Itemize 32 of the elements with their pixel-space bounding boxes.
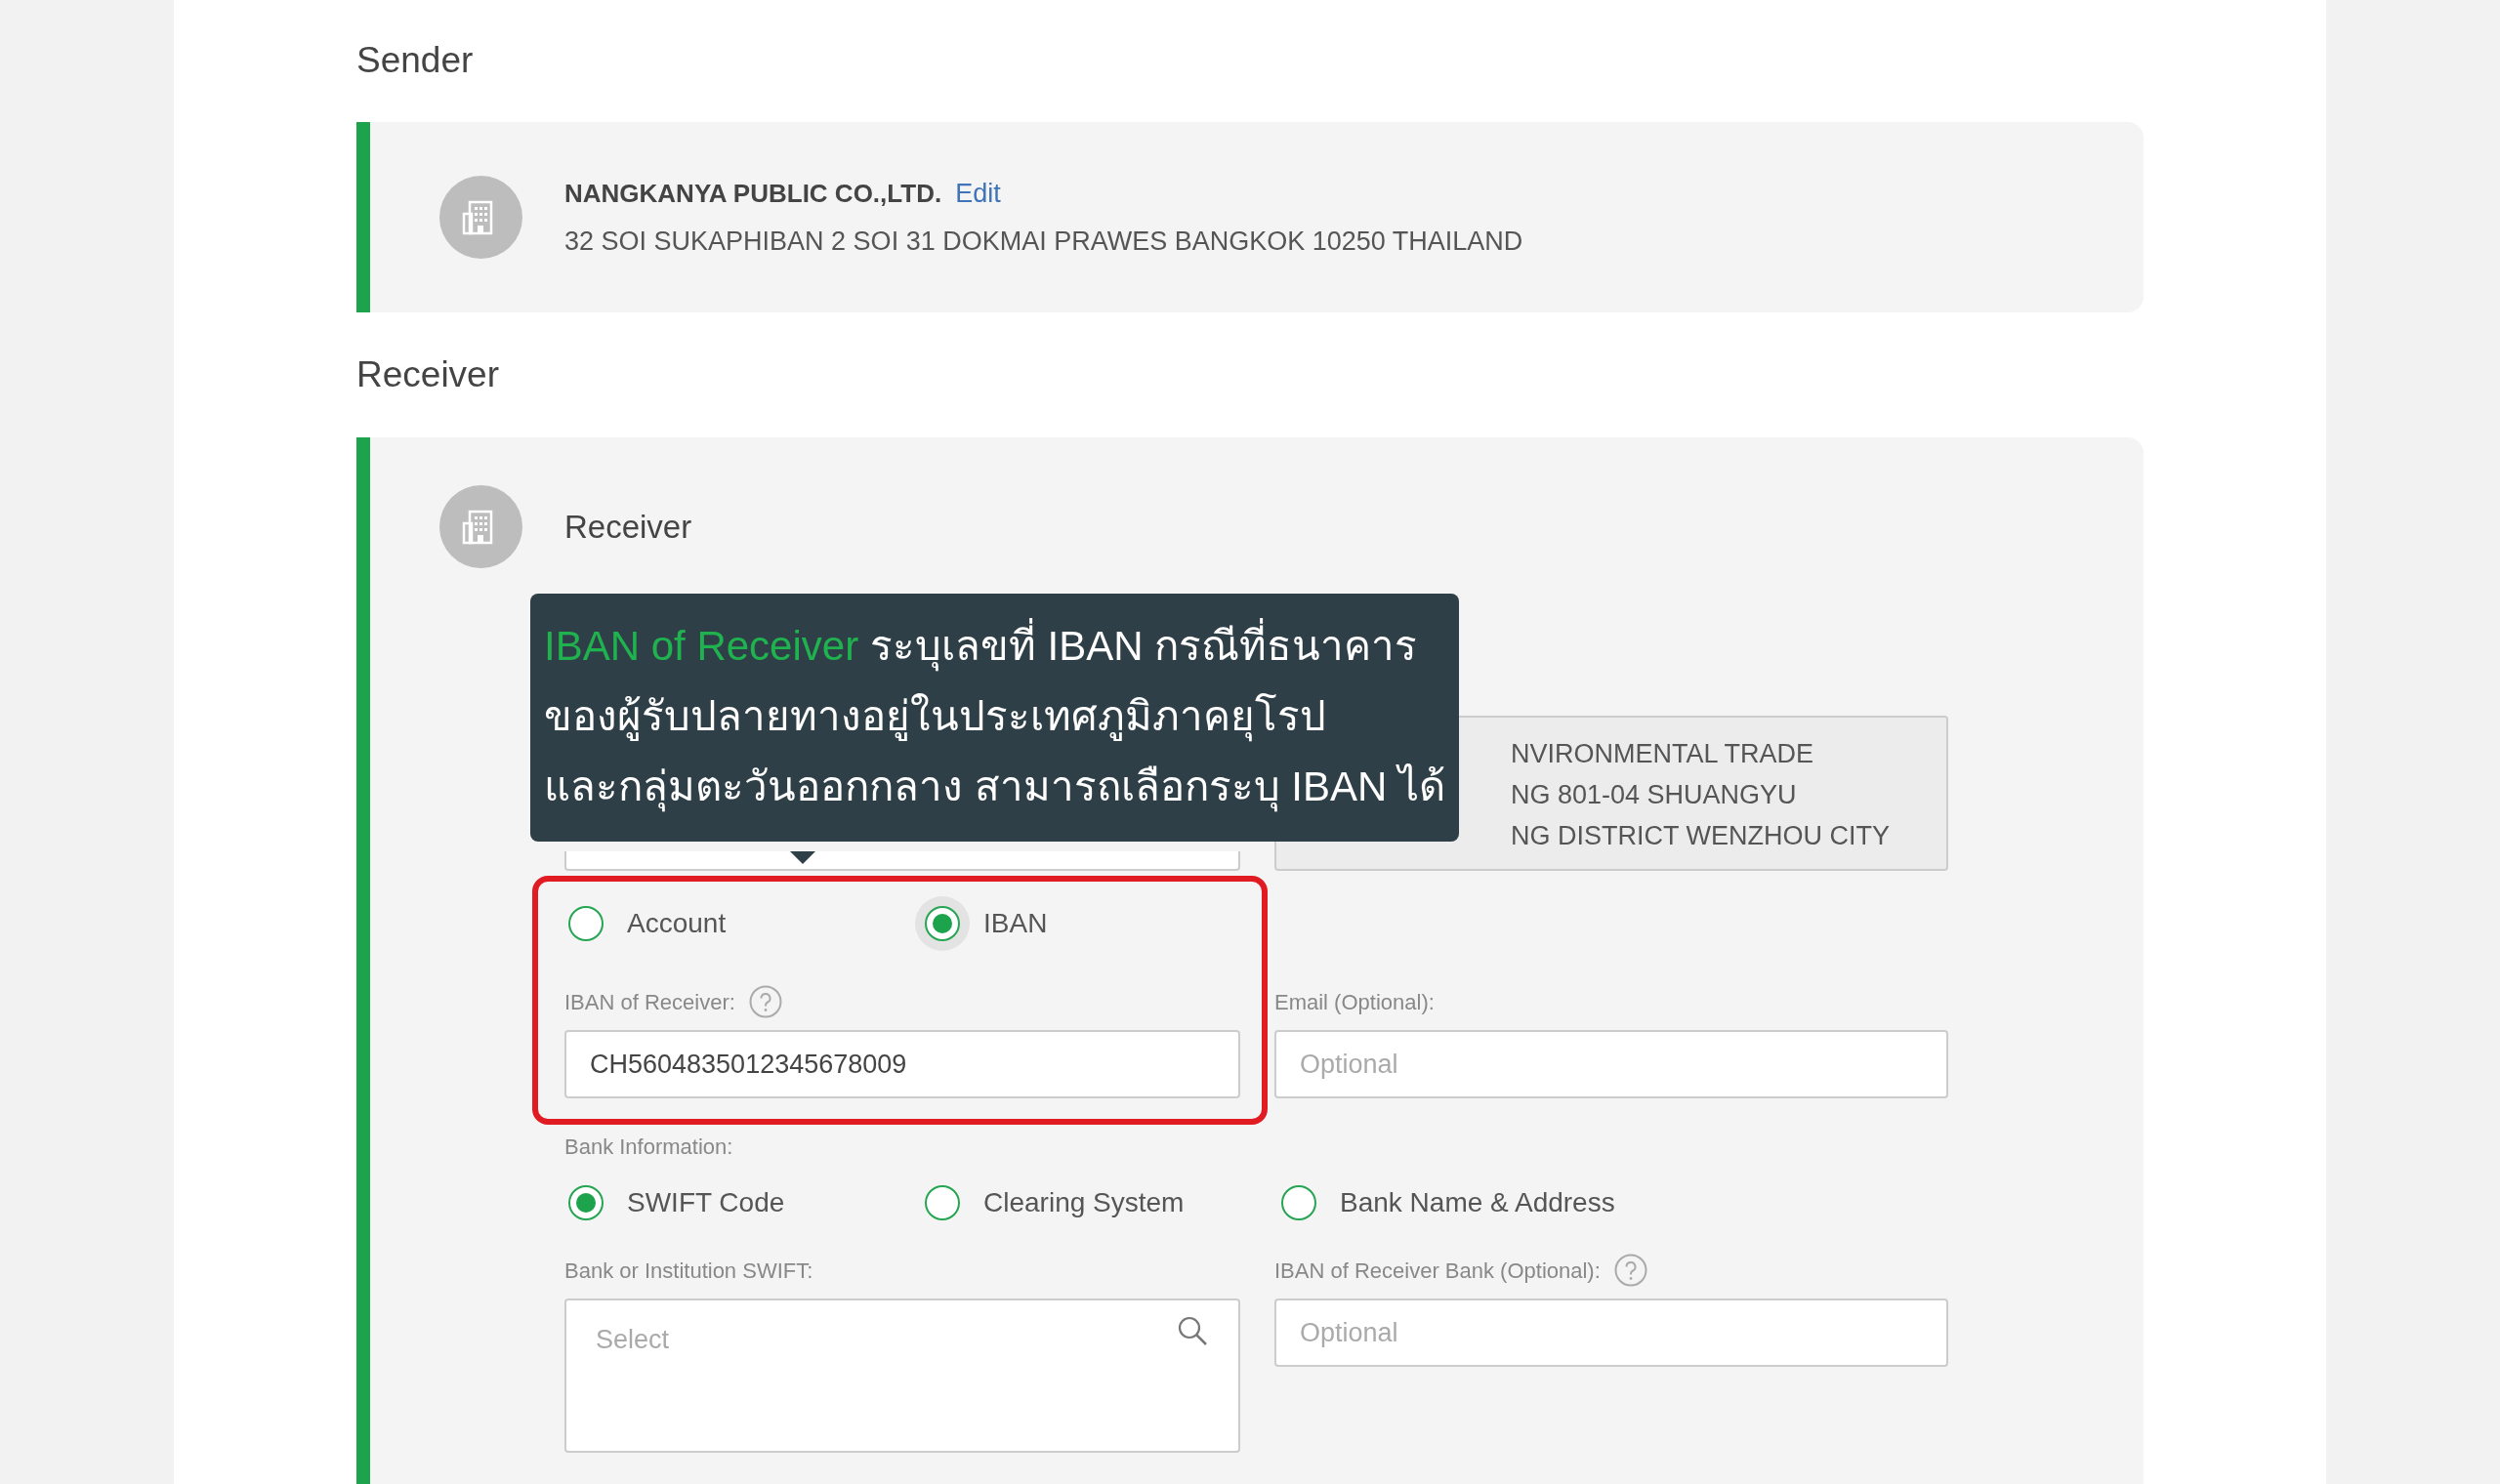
company-address: 32 SOI SUKAPHIBAN 2 SOI 31 DOKMAI PRAWES BANGKOK 10250 THAILAND — [564, 225, 1523, 258]
radio-option[interactable]: Bank Name & Address — [1277, 1182, 1634, 1223]
help-icon[interactable] — [748, 985, 782, 1018]
radio-checked-icon[interactable] — [568, 1185, 604, 1220]
text-field[interactable] — [564, 851, 1240, 871]
section-heading: Receiver — [356, 353, 500, 396]
company-name: NANGKANYA PUBLIC CO.,LTD. — [564, 178, 942, 210]
address-line: NG DISTRICT WENZHOU CITY — [1511, 820, 1891, 852]
radio-option[interactable]: IBAN — [921, 903, 1277, 944]
section-heading: Sender — [356, 39, 475, 82]
radio-option[interactable]: Clearing System — [921, 1182, 1277, 1223]
address-line: NG 801-04 SHUANGYU — [1511, 779, 1798, 811]
radio-icon[interactable] — [568, 906, 604, 941]
field-label: Bank Information: — [564, 1133, 733, 1161]
card-title: Receiver — [564, 507, 692, 547]
tooltip-text: IBAN of Receiver ระบุเลขที่ IBAN กรณีที่ธนาคาร ของผู้รับปลายทางอยู่ในประเทศภูมิภาคยุโรป และกลุ่มตะวันออกกลาง สามารถเลือกระบุ IBAN ได้ — [544, 611, 1446, 822]
address-line: NVIRONMENTAL TRADE — [1511, 738, 1815, 770]
radio-option[interactable]: SWIFT Code — [564, 1182, 921, 1223]
help-icon[interactable] — [1613, 1254, 1647, 1287]
field-label: IBAN of Receiver: — [564, 988, 735, 1016]
radio-icon[interactable] — [925, 1185, 960, 1220]
field-label: Bank or Institution SWIFT: — [564, 1257, 813, 1285]
edit-link[interactable]: Edit — [955, 174, 1001, 214]
email-input[interactable]: Optional — [1274, 1030, 1948, 1098]
field-label: Email (Optional): — [1274, 988, 1435, 1016]
iban-input[interactable]: CH5604835012345678009 — [564, 1030, 1240, 1098]
search-icon[interactable] — [1176, 1314, 1209, 1347]
select-placeholder: Select — [596, 1324, 670, 1356]
field-label: IBAN of Receiver Bank (Optional): — [1274, 1257, 1601, 1285]
bank-iban-input[interactable]: Optional — [1274, 1298, 1948, 1367]
tooltip-pointer — [790, 851, 815, 864]
radio-icon[interactable] — [1281, 1185, 1316, 1220]
